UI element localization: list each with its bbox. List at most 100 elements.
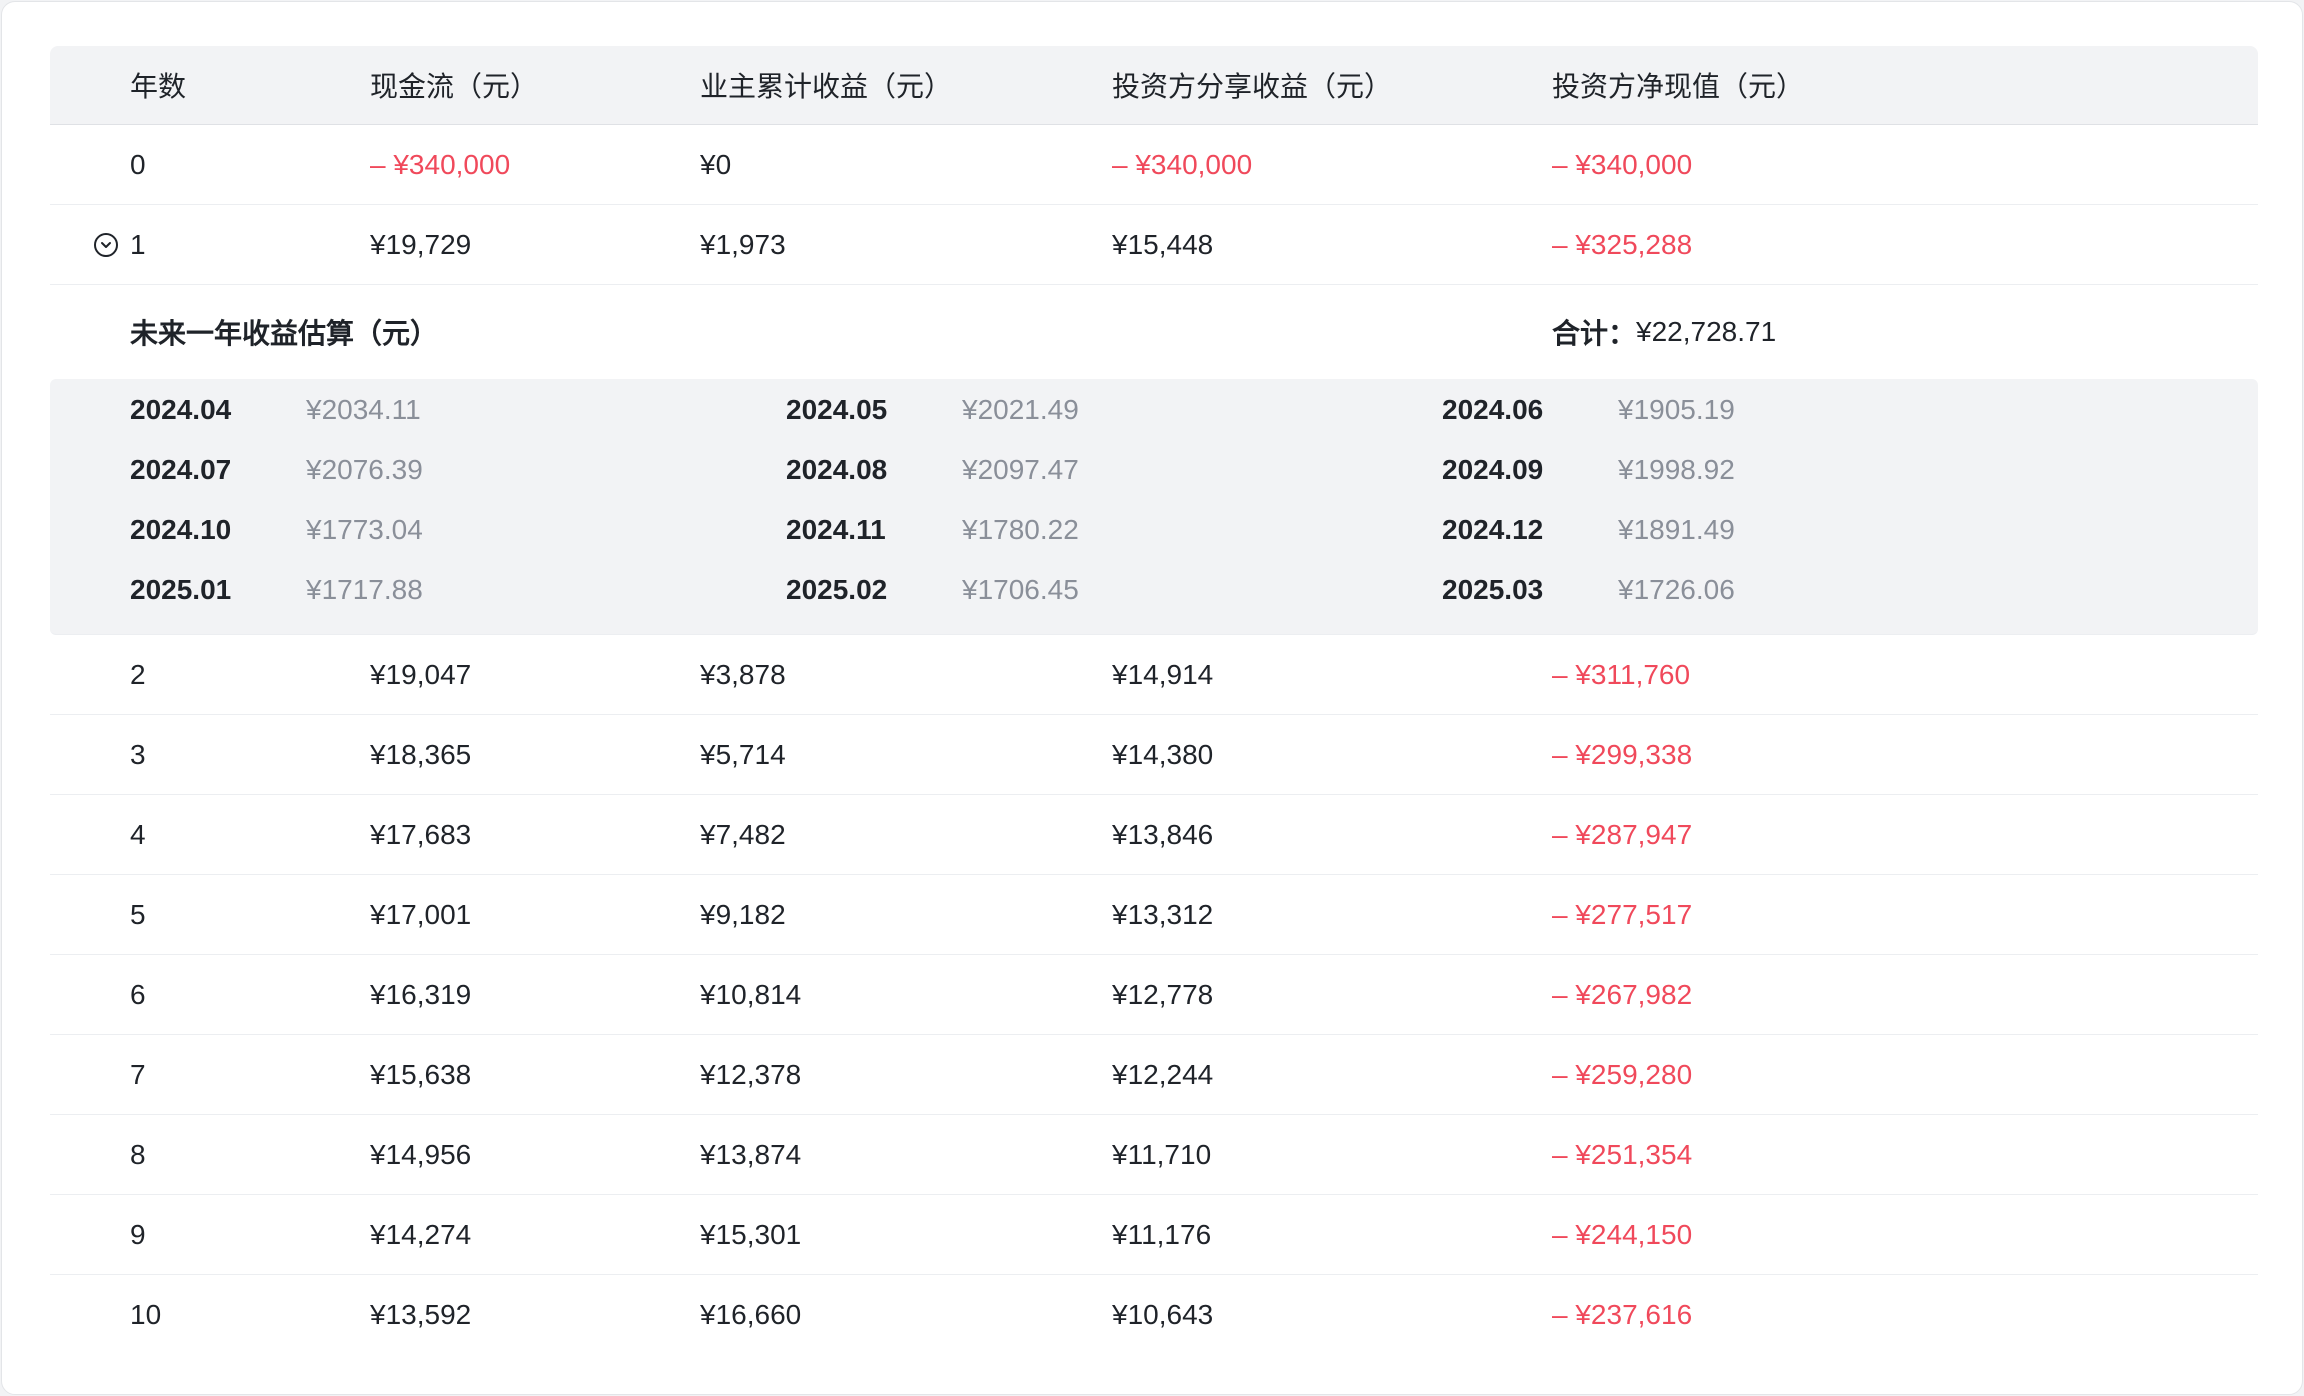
forecast-value: ¥2097.47 [962, 454, 1079, 485]
cell-owner-cumulative: ¥3,878 [700, 658, 786, 690]
table-row[interactable]: 4 ¥17,683 ¥7,482 ¥13,846 – ¥287,947 [50, 795, 2258, 875]
cell-owner-cumulative: ¥5,714 [700, 738, 786, 770]
cell-year: 4 [130, 818, 146, 850]
cell-investor-share: ¥12,778 [1112, 978, 1214, 1010]
forecast-value: ¥1706.45 [962, 574, 1079, 605]
cell-cash-flow: ¥19,047 [370, 658, 472, 690]
forecast-month: 2024.12 [1442, 514, 1544, 545]
cell-investor-share: ¥13,312 [1112, 898, 1214, 930]
cell-cash-flow: ¥16,319 [370, 978, 472, 1010]
table-header: 年数 现金流（元） 业主累计收益（元） 投资方分享收益（元） 投资方净现值（元） [50, 46, 2258, 125]
header-year: 年数 [130, 71, 187, 102]
forecast-month: 2024.05 [786, 394, 888, 425]
cell-investor-npv: – ¥244,150 [1552, 1218, 1693, 1250]
forecast-value: ¥2076.39 [306, 454, 423, 485]
cell-cash-flow: ¥18,365 [370, 738, 472, 770]
cell-owner-cumulative: ¥16,660 [700, 1299, 802, 1330]
forecast-value: ¥1780.22 [962, 514, 1079, 545]
cell-year: 10 [130, 1299, 162, 1330]
cell-cash-flow: ¥17,683 [370, 818, 472, 850]
forecast-month: 2025.01 [130, 574, 232, 605]
forecast-title: 未来一年收益估算（元） [130, 318, 439, 349]
table-row[interactable]: 10 ¥13,592 ¥16,660 ¥10,643 – ¥237,616 [50, 1275, 2258, 1355]
forecast-value: ¥2021.49 [962, 394, 1079, 425]
cell-owner-cumulative: ¥9,182 [700, 898, 786, 930]
forecast-total: 合计： ¥22,728.71 [1552, 285, 1776, 379]
table-row[interactable]: 3 ¥18,365 ¥5,714 ¥14,380 – ¥299,338 [50, 715, 2258, 795]
cell-year: 3 [130, 738, 146, 770]
forecast-month: 2024.08 [786, 454, 888, 485]
forecast-value: ¥1773.04 [306, 514, 423, 545]
cell-cash-flow: – ¥340,000 [370, 148, 511, 180]
cell-year: 5 [130, 898, 146, 930]
table-row[interactable]: 0 – ¥340,000 ¥0 – ¥340,000 – ¥340,000 [50, 125, 2258, 205]
cell-cash-flow: ¥13,592 [370, 1299, 472, 1330]
cell-investor-share: ¥10,643 [1112, 1299, 1214, 1330]
forecast-value: ¥1726.06 [1618, 574, 1735, 605]
forecast-header: 未来一年收益估算（元） 合计： ¥22,728.71 [50, 285, 2258, 379]
header-cash-flow: 现金流（元） [370, 71, 539, 102]
table-row[interactable]: 9 ¥14,274 ¥15,301 ¥11,176 – ¥244,150 [50, 1195, 2258, 1275]
header-investor-share: 投资方分享收益（元） [1112, 71, 1393, 102]
cell-investor-npv: – ¥299,338 [1552, 738, 1693, 770]
cell-investor-share: ¥11,710 [1112, 1138, 1212, 1170]
header-investor-npv: 投资方净现值（元） [1552, 71, 1805, 102]
cell-investor-npv: – ¥277,517 [1552, 898, 1693, 930]
cell-investor-npv: – ¥340,000 [1552, 148, 1693, 180]
cell-investor-share: ¥15,448 [1112, 228, 1214, 260]
forecast-month: 2024.10 [130, 514, 232, 545]
cell-cash-flow: ¥19,729 [370, 228, 472, 260]
cell-year: 8 [130, 1138, 146, 1170]
forecast-month: 2024.06 [1442, 394, 1544, 425]
returns-card: 年数 现金流（元） 业主累计收益（元） 投资方分享收益（元） 投资方净现值（元）… [1, 1, 2303, 1395]
cell-year: 1 [130, 228, 146, 260]
forecast-value: ¥1891.49 [1618, 514, 1735, 545]
cell-cash-flow: ¥14,274 [370, 1218, 472, 1250]
cell-year: 7 [130, 1058, 146, 1090]
cell-owner-cumulative: ¥10,814 [700, 978, 802, 1010]
cell-year: 9 [130, 1218, 146, 1250]
cell-owner-cumulative: ¥0 [700, 148, 732, 180]
table-row[interactable]: 6 ¥16,319 ¥10,814 ¥12,778 – ¥267,982 [50, 955, 2258, 1035]
cell-investor-npv: – ¥251,354 [1552, 1138, 1693, 1170]
cell-owner-cumulative: ¥1,973 [700, 228, 786, 260]
forecast-month: 2024.09 [1442, 454, 1544, 485]
cell-investor-share: ¥11,176 [1112, 1218, 1212, 1250]
forecast-value: ¥1998.92 [1618, 454, 1735, 485]
header-owner-cumulative: 业主累计收益（元） [700, 71, 953, 102]
cell-investor-share: – ¥340,000 [1112, 148, 1253, 180]
cell-investor-npv: – ¥311,760 [1552, 658, 1691, 690]
cell-investor-npv: – ¥287,947 [1552, 818, 1693, 850]
cell-owner-cumulative: ¥7,482 [700, 818, 786, 850]
forecast-total-value: ¥22,728.71 [1636, 316, 1777, 347]
forecast-month: 2025.02 [786, 574, 888, 605]
forecast-grid: 2024.04 ¥2034.11 2024.05 ¥2021.49 2024.0… [50, 379, 2258, 635]
forecast-month: 2024.04 [130, 394, 232, 425]
table-row-expanded[interactable]: 1 ¥19,729 ¥1,973 ¥15,448 – ¥325,288 [50, 205, 2258, 285]
cell-investor-npv: – ¥259,280 [1552, 1058, 1693, 1090]
cell-year: 0 [130, 148, 146, 180]
table-row[interactable]: 7 ¥15,638 ¥12,378 ¥12,244 – ¥259,280 [50, 1035, 2258, 1115]
cell-year: 6 [130, 978, 146, 1010]
table-row[interactable]: 8 ¥14,956 ¥13,874 ¥11,710 – ¥251,354 [50, 1115, 2258, 1195]
cell-investor-share: ¥14,380 [1112, 738, 1214, 770]
cell-cash-flow: ¥14,956 [370, 1138, 472, 1170]
forecast-month: 2025.03 [1442, 574, 1544, 605]
table-row[interactable]: 5 ¥17,001 ¥9,182 ¥13,312 – ¥277,517 [50, 875, 2258, 955]
cell-year: 2 [130, 658, 146, 690]
cell-cash-flow: ¥15,638 [370, 1058, 472, 1090]
cell-owner-cumulative: ¥13,874 [700, 1138, 802, 1170]
cell-investor-npv: – ¥237,616 [1552, 1299, 1693, 1330]
cell-owner-cumulative: ¥15,301 [700, 1218, 802, 1250]
forecast-value: ¥1905.19 [1618, 394, 1735, 425]
cell-investor-share: ¥13,846 [1112, 818, 1214, 850]
cell-investor-share: ¥12,244 [1112, 1058, 1214, 1090]
forecast-value: ¥1717.88 [306, 574, 423, 605]
cell-owner-cumulative: ¥12,378 [700, 1058, 802, 1090]
forecast-month: 2024.11 [786, 514, 886, 545]
forecast-month: 2024.07 [130, 454, 232, 485]
table-row[interactable]: 2 ¥19,047 ¥3,878 ¥14,914 – ¥311,760 [50, 635, 2258, 715]
cell-cash-flow: ¥17,001 [370, 898, 472, 930]
returns-table: 年数 现金流（元） 业主累计收益（元） 投资方分享收益（元） 投资方净现值（元）… [50, 46, 2258, 1355]
chevron-down-circle-icon[interactable] [94, 233, 118, 257]
